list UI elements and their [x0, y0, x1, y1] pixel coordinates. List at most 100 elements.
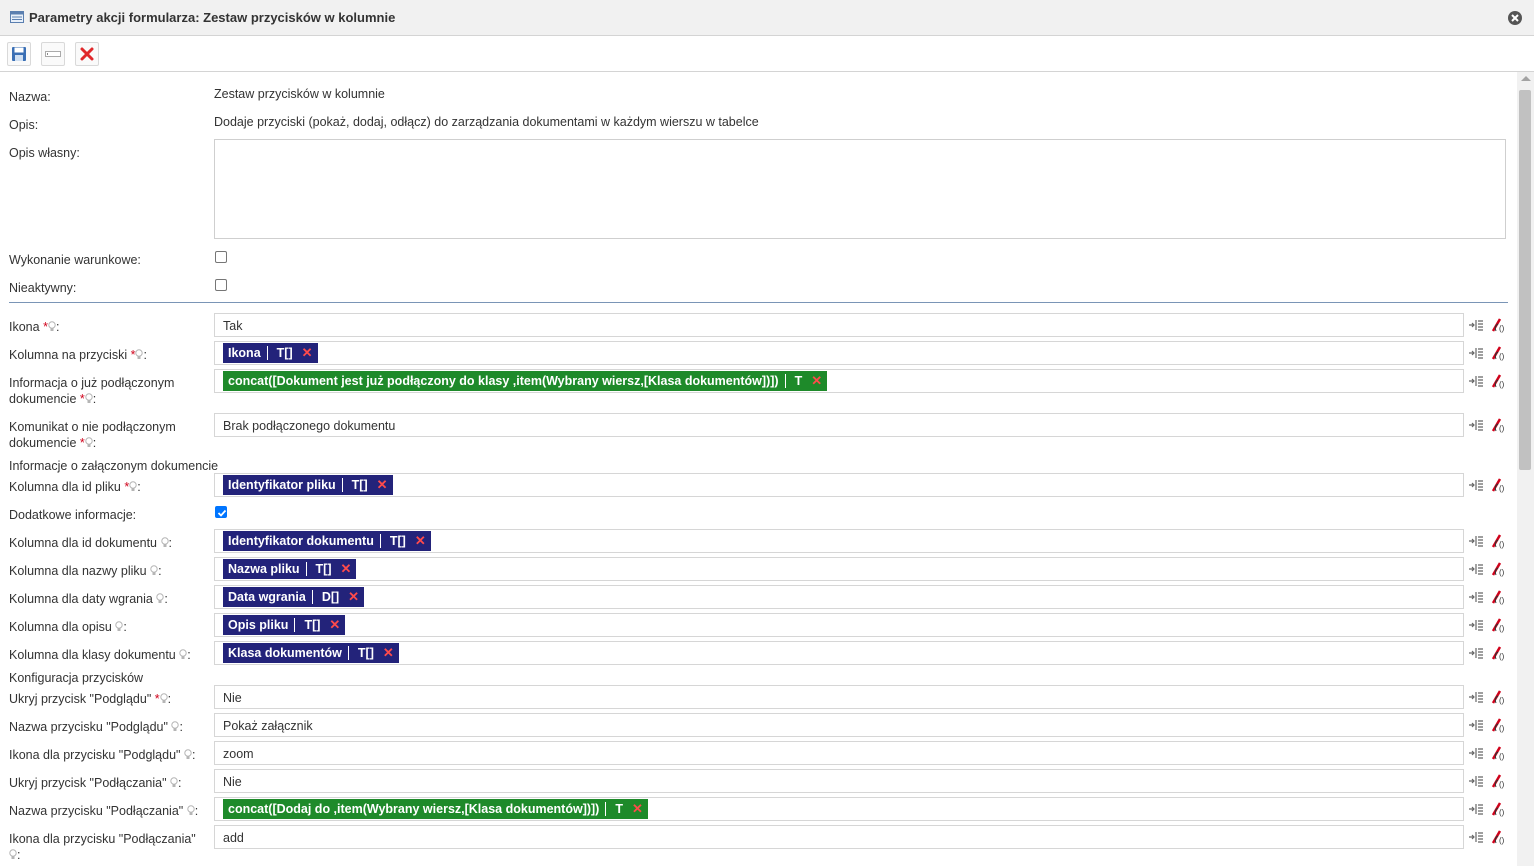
insert-variable-icon[interactable]: [1468, 801, 1484, 817]
clear-expression-icon[interactable]: (): [1490, 589, 1506, 605]
remove-tag-icon[interactable]: ✕: [323, 615, 345, 635]
hint-icon[interactable]: [48, 321, 56, 332]
hint-icon[interactable]: [85, 437, 93, 448]
clear-expression-icon[interactable]: (): [1490, 617, 1506, 633]
insert-variable-icon[interactable]: [1468, 689, 1484, 705]
insert-variable-icon[interactable]: [1468, 617, 1484, 633]
param-description-column-field[interactable]: Opis pliku T[] ✕: [214, 613, 1464, 637]
value-tag: concat([Dodaj do ,item(Wybrany wiersz,[K…: [223, 799, 648, 819]
svg-text:(): (): [1499, 724, 1505, 733]
svg-text:(): (): [1499, 624, 1505, 633]
param-hide-preview-field[interactable]: Nie: [214, 685, 1464, 709]
clear-expression-icon[interactable]: (): [1490, 645, 1506, 661]
hint-icon[interactable]: [9, 849, 17, 860]
param-not-attached-message-field[interactable]: Brak podłączonego dokumentu: [214, 413, 1464, 437]
save-button[interactable]: [7, 42, 31, 66]
hint-icon[interactable]: [170, 777, 178, 788]
remove-tag-icon[interactable]: ✕: [296, 343, 318, 363]
svg-text:(): (): [1499, 596, 1505, 605]
param-document-class-column-field[interactable]: Klasa dokumentów T[] ✕: [214, 641, 1464, 665]
insert-variable-icon[interactable]: [1468, 773, 1484, 789]
param-label: Kolumna dla klasy dokumentu :: [9, 648, 191, 662]
hint-icon[interactable]: [159, 693, 168, 704]
param-upload-date-column-field[interactable]: Data wgrania D[] ✕: [214, 585, 1464, 609]
inactive-checkbox[interactable]: [215, 279, 227, 291]
clear-expression-icon[interactable]: (): [1490, 417, 1506, 433]
param-ikona-field[interactable]: Tak: [214, 313, 1464, 337]
param-document-id-column-field[interactable]: Identyfikator dokumentu T[] ✕: [214, 529, 1464, 553]
remove-tag-icon[interactable]: ✕: [626, 799, 648, 819]
insert-variable-icon[interactable]: [1468, 533, 1484, 549]
clear-expression-icon[interactable]: (): [1490, 533, 1506, 549]
param-label: Ukryj przycisk "Podglądu" *:: [9, 692, 172, 706]
window-titlebar: Parametry akcji formularza: Zestaw przyc…: [0, 0, 1534, 36]
svg-text:(): (): [1499, 380, 1505, 389]
clear-expression-icon[interactable]: (): [1490, 801, 1506, 817]
description-label: Opis:: [9, 118, 39, 132]
name-label: Nazwa:: [9, 90, 51, 104]
hint-icon[interactable]: [150, 565, 158, 576]
param-attach-icon-field[interactable]: add: [214, 825, 1464, 849]
remove-tag-icon[interactable]: ✕: [805, 371, 827, 391]
svg-text:(): (): [1499, 836, 1505, 845]
toolbar: [0, 36, 1534, 72]
separator: [9, 302, 1508, 303]
insert-variable-icon[interactable]: [1468, 317, 1484, 333]
param-label: Kolumna na przyciski *:: [9, 348, 147, 362]
hint-icon[interactable]: [187, 805, 195, 816]
field-button[interactable]: [41, 42, 65, 66]
scrollbar-thumb[interactable]: [1519, 90, 1531, 470]
additional-info-checkbox[interactable]: [215, 506, 227, 518]
close-icon[interactable]: [1507, 10, 1523, 26]
custom-description-textarea[interactable]: [214, 139, 1506, 239]
insert-variable-icon[interactable]: [1468, 561, 1484, 577]
insert-variable-icon[interactable]: [1468, 373, 1484, 389]
remove-tag-icon[interactable]: ✕: [377, 643, 399, 663]
hint-icon[interactable]: [184, 749, 192, 760]
name-value: Zestaw przycisków w kolumnie: [214, 87, 385, 101]
svg-text:(): (): [1499, 696, 1505, 705]
param-label: Ikona dla przycisku "Podłączania":: [9, 832, 196, 862]
clear-expression-icon[interactable]: (): [1490, 717, 1506, 733]
insert-variable-icon[interactable]: [1468, 345, 1484, 361]
clear-expression-icon[interactable]: (): [1490, 773, 1506, 789]
param-button-column-field[interactable]: Ikona T[] ✕: [214, 341, 1464, 365]
remove-tag-icon[interactable]: ✕: [371, 475, 393, 495]
value-tag: Identyfikator pliku T[] ✕: [223, 475, 393, 495]
param-label: Kolumna dla id pliku *:: [9, 480, 141, 494]
param-preview-name-field[interactable]: Pokaż załącznik: [214, 713, 1464, 737]
conditional-execution-checkbox[interactable]: [215, 251, 227, 263]
hint-icon[interactable]: [85, 393, 93, 404]
insert-variable-icon[interactable]: [1468, 589, 1484, 605]
insert-variable-icon[interactable]: [1468, 477, 1484, 493]
remove-tag-icon[interactable]: ✕: [335, 559, 357, 579]
param-label: Nazwa przycisku "Podglądu" :: [9, 720, 183, 734]
clear-expression-icon[interactable]: (): [1490, 477, 1506, 493]
insert-variable-icon[interactable]: [1468, 717, 1484, 733]
scroll-up-arrow[interactable]: [1521, 76, 1531, 81]
param-preview-icon-field[interactable]: zoom: [214, 741, 1464, 765]
insert-variable-icon[interactable]: [1468, 745, 1484, 761]
clear-expression-icon[interactable]: (): [1490, 689, 1506, 705]
param-attached-info-field[interactable]: concat([Dokument jest już podłączony do …: [214, 369, 1464, 393]
remove-tag-icon[interactable]: ✕: [409, 531, 431, 551]
clear-expression-icon[interactable]: (): [1490, 745, 1506, 761]
hint-icon[interactable]: [160, 537, 169, 548]
clear-expression-icon[interactable]: (): [1490, 373, 1506, 389]
clear-expression-icon[interactable]: (): [1490, 345, 1506, 361]
param-file-id-column-field[interactable]: Identyfikator pliku T[] ✕: [214, 473, 1464, 497]
clear-expression-icon[interactable]: (): [1490, 317, 1506, 333]
clear-expression-icon[interactable]: (): [1490, 829, 1506, 845]
param-attach-name-field[interactable]: concat([Dodaj do ,item(Wybrany wiersz,[K…: [214, 797, 1464, 821]
svg-text:(): (): [1499, 540, 1505, 549]
insert-variable-icon[interactable]: [1468, 829, 1484, 845]
insert-variable-icon[interactable]: [1468, 645, 1484, 661]
svg-text:(): (): [1499, 780, 1505, 789]
delete-button[interactable]: [75, 42, 99, 66]
remove-tag-icon[interactable]: ✕: [342, 587, 364, 607]
insert-variable-icon[interactable]: [1468, 417, 1484, 433]
clear-expression-icon[interactable]: (): [1490, 561, 1506, 577]
custom-description-label: Opis własny:: [9, 146, 80, 160]
param-file-name-column-field[interactable]: Nazwa pliku T[] ✕: [214, 557, 1464, 581]
param-hide-attach-field[interactable]: Nie: [214, 769, 1464, 793]
